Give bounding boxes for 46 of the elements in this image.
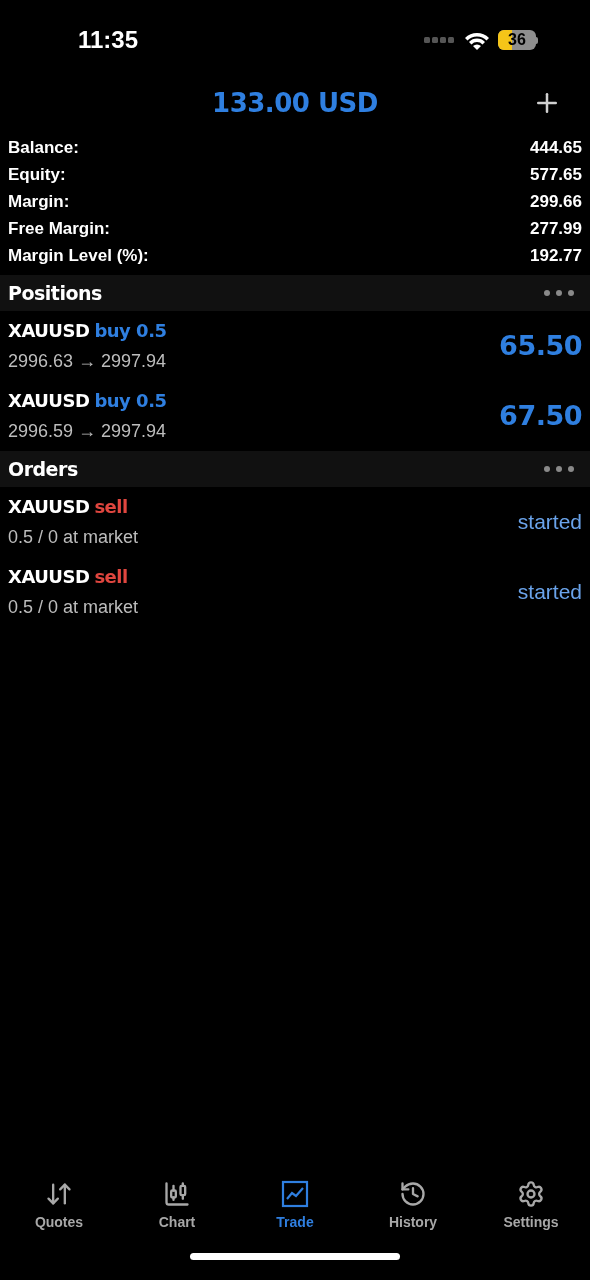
- candlestick-icon: [163, 1180, 191, 1208]
- order-row[interactable]: XAUUSD sell 0.5 / 0 at market started: [0, 487, 590, 557]
- position-symbol: XAUUSD: [8, 389, 90, 413]
- tab-bar-item[interactable]: Settings: [481, 1180, 581, 1233]
- summary-label: Margin:: [8, 190, 70, 213]
- position-row[interactable]: XAUUSD buy 0.5 2996.63 → 2997.94 65.50: [0, 311, 590, 381]
- position-profit: 67.50: [499, 398, 582, 433]
- tab-bar-item[interactable]: Trade: [245, 1180, 345, 1233]
- order-row[interactable]: XAUUSD sell 0.5 / 0 at market started: [0, 557, 590, 627]
- position-profit: 65.50: [499, 328, 582, 363]
- position-prices: 2996.63 → 2997.94: [8, 350, 167, 373]
- more-icon[interactable]: [544, 290, 574, 296]
- summary-value: 299.66: [530, 190, 582, 213]
- order-status: started: [517, 509, 582, 536]
- summary-value: 277.99: [530, 217, 582, 240]
- settings-icon: [517, 1180, 545, 1208]
- tab-bar-item[interactable]: Chart: [127, 1180, 227, 1233]
- section-title: Positions: [8, 280, 102, 306]
- tab-bar-item[interactable]: Quotes: [9, 1180, 109, 1233]
- position-prices: 2996.59 → 2997.94: [8, 420, 167, 443]
- wifi-icon: [464, 30, 490, 50]
- status-time: 11:35: [78, 25, 139, 55]
- summary-value: 444.65: [530, 136, 582, 159]
- position-action: buy 0.5: [94, 319, 167, 343]
- order-status: started: [517, 579, 582, 606]
- summary-value: 192.77: [530, 244, 582, 267]
- order-action: sell: [94, 495, 128, 519]
- summary-label: Equity:: [8, 163, 66, 186]
- summary-label: Balance:: [8, 136, 79, 159]
- more-icon[interactable]: [544, 466, 574, 472]
- section-title: Orders: [8, 456, 78, 482]
- tab-bar-item[interactable]: History: [363, 1180, 463, 1233]
- order-symbol: XAUUSD: [8, 565, 90, 589]
- order-detail: 0.5 / 0 at market: [8, 596, 139, 619]
- account-balance-title: 133.00 USD: [212, 86, 378, 120]
- order-symbol: XAUUSD: [8, 495, 90, 519]
- history-icon: [399, 1180, 427, 1208]
- position-row[interactable]: XAUUSD buy 0.5 2996.59 → 2997.94 67.50: [0, 381, 590, 451]
- signal-icon: [424, 37, 456, 43]
- summary-label: Free Margin:: [8, 217, 111, 240]
- position-symbol: XAUUSD: [8, 319, 90, 343]
- summary-value: 577.65: [530, 163, 582, 186]
- summary-label: Margin Level (%):: [8, 244, 149, 267]
- order-detail: 0.5 / 0 at market: [8, 526, 139, 549]
- position-action: buy 0.5: [94, 389, 167, 413]
- order-action: sell: [94, 565, 128, 589]
